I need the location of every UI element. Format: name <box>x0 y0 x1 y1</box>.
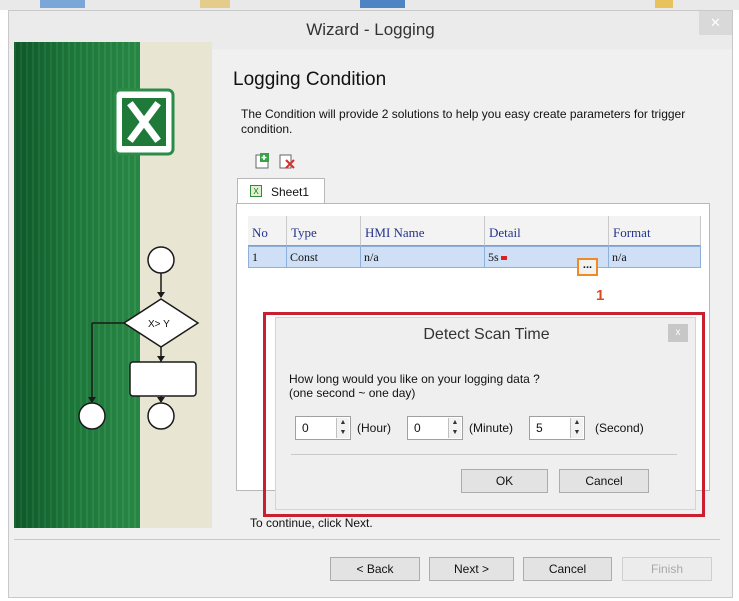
minute-label: (Minute) <box>469 421 514 435</box>
dialog-separator <box>291 454 677 455</box>
ok-button[interactable]: OK <box>461 469 548 493</box>
second-value: 5 <box>536 421 543 435</box>
page-description: The Condition will provide 2 solutions t… <box>241 107 686 136</box>
decision-label: X> Y <box>148 319 170 330</box>
cell-type[interactable]: Const <box>287 247 361 267</box>
dialog-question: How long would you like on your logging … <box>289 372 540 400</box>
flowchart-graphic: X> Y <box>78 88 200 430</box>
cell-no: 1 <box>249 247 287 267</box>
detail-value: 5s <box>488 250 499 264</box>
column-header-no[interactable]: No <box>248 216 287 246</box>
excel-sheet-icon: X <box>250 185 262 197</box>
column-header-hmi-name[interactable]: HMI Name <box>361 216 485 246</box>
wizard-sidebar-image: X> Y <box>14 42 212 528</box>
text-cursor <box>500 256 507 261</box>
second-label: (Second) <box>595 421 644 435</box>
footer-divider <box>14 539 720 540</box>
continue-hint: To continue, click Next. <box>250 516 373 530</box>
dialog-close-button[interactable]: x <box>668 324 688 342</box>
cell-hmi-name[interactable]: n/a <box>361 247 485 267</box>
window-close-button[interactable]: ✕ <box>699 11 732 35</box>
column-header-type[interactable]: Type <box>287 216 361 246</box>
hour-label: (Hour) <box>357 421 392 435</box>
browse-button[interactable]: ... <box>577 258 598 276</box>
hour-spinner[interactable]: 0 ▲ ▼ <box>295 416 351 440</box>
tab-sheet1[interactable]: X Sheet1 <box>237 178 325 204</box>
spin-arrows-icon[interactable]: ▲ ▼ <box>570 418 583 438</box>
column-header-detail[interactable]: Detail <box>485 216 609 246</box>
excel-icon <box>113 88 175 156</box>
add-row-icon[interactable] <box>254 152 272 170</box>
page-heading: Logging Condition <box>233 69 387 90</box>
window-title: Wizard - Logging <box>306 20 435 39</box>
annotation-1: 1 <box>596 287 605 304</box>
dialog-cancel-button[interactable]: Cancel <box>559 469 649 493</box>
delete-row-icon[interactable] <box>278 152 296 170</box>
second-spinner[interactable]: 5 ▲ ▼ <box>529 416 585 440</box>
question-line-2: (one second ~ one day) <box>289 386 416 400</box>
minute-value: 0 <box>414 421 421 435</box>
minute-spinner[interactable]: 0 ▲ ▼ <box>407 416 463 440</box>
cancel-button[interactable]: Cancel <box>523 557 612 581</box>
spin-arrows-icon[interactable]: ▲ ▼ <box>448 418 461 438</box>
back-button[interactable]: < Back <box>330 557 420 581</box>
question-line-1: How long would you like on your logging … <box>289 372 540 386</box>
next-button[interactable]: Next > <box>429 557 514 581</box>
table-row[interactable]: 1 Const n/a 5s n/a <box>248 246 701 268</box>
tab-label: Sheet1 <box>271 185 310 199</box>
dialog-title: Detect Scan Time <box>423 326 550 343</box>
column-header-format[interactable]: Format <box>609 216 701 246</box>
cell-format[interactable]: n/a <box>609 247 700 267</box>
hour-value: 0 <box>302 421 309 435</box>
condition-table: No Type HMI Name Detail Format 1 Const n… <box>248 216 701 271</box>
spin-arrows-icon[interactable]: ▲ ▼ <box>336 418 349 438</box>
finish-button: Finish <box>622 557 712 581</box>
background-strip <box>0 0 739 10</box>
